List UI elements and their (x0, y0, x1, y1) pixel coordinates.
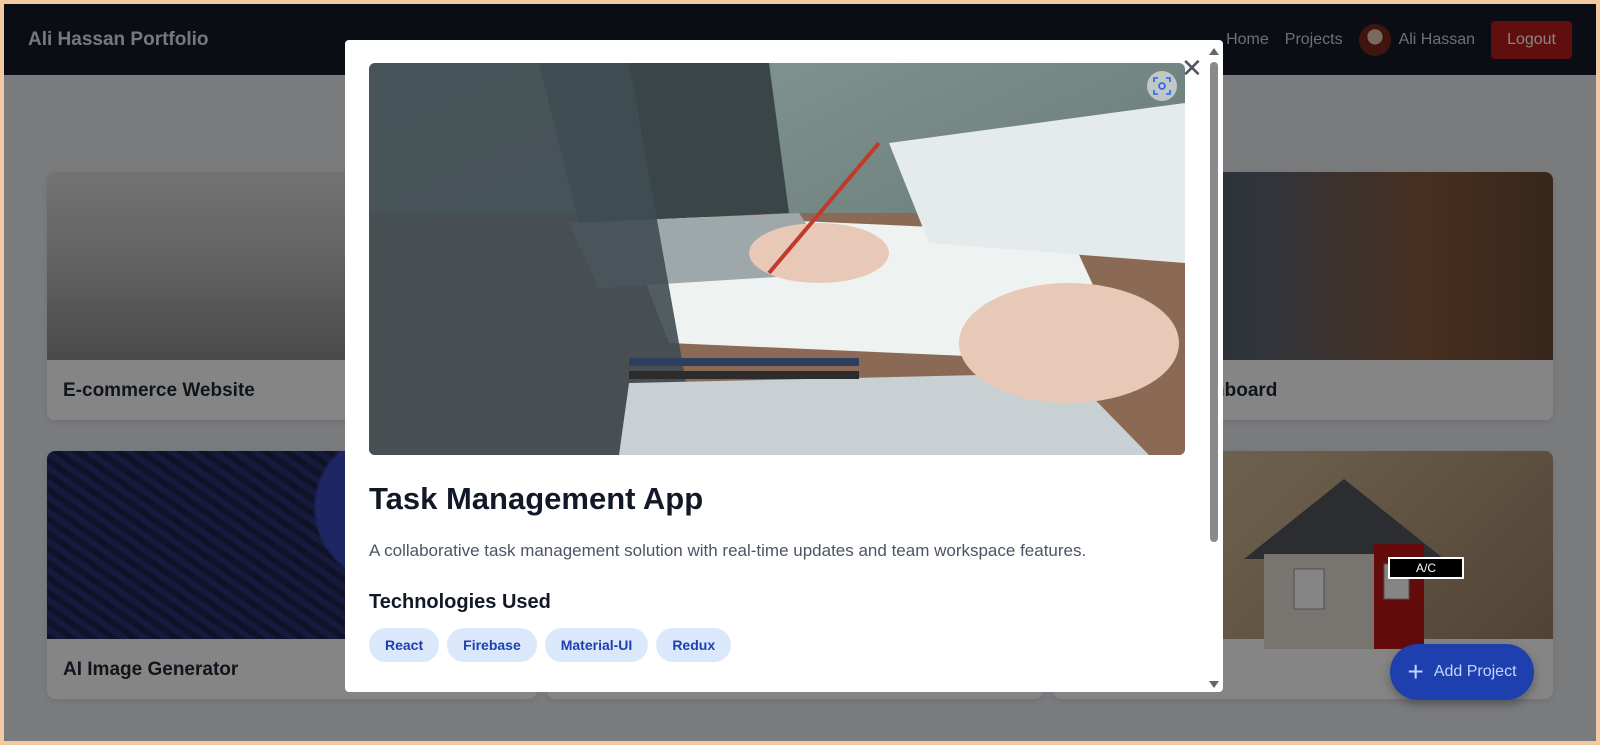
project-detail-modal: Task Management App A collaborative task… (345, 40, 1223, 692)
modal-title: Task Management App (369, 481, 704, 516)
hero-photo (369, 63, 1185, 455)
close-icon[interactable]: ✕ (1181, 55, 1203, 81)
scroll-down-icon[interactable] (1209, 681, 1219, 688)
add-project-label: Add Project (1433, 663, 1517, 680)
modal-scrollbar[interactable] (1207, 48, 1219, 688)
modal-description: A collaborative task management solution… (369, 541, 1087, 560)
tech-tag: Material-UI (544, 628, 649, 662)
modal-content: Task Management App A collaborative task… (369, 63, 1185, 662)
tech-tag: Redux (656, 628, 732, 662)
app-window: Ali Hassan Portfolio Home Projects Ali H… (4, 4, 1596, 741)
tech-tag: React (369, 628, 440, 662)
scroll-up-icon[interactable] (1209, 48, 1219, 55)
technologies-heading: Technologies Used (369, 591, 551, 613)
plus-icon: + (1407, 656, 1424, 687)
scrollbar-thumb[interactable] (1210, 62, 1218, 542)
add-project-button[interactable]: + Add Project (1390, 644, 1534, 700)
ac-badge: A/C (1388, 557, 1464, 579)
tech-tag: Firebase (447, 628, 537, 662)
technology-tags: React Firebase Material-UI Redux (369, 628, 1185, 662)
scan-icon[interactable] (1147, 71, 1177, 101)
project-hero-image (369, 63, 1185, 455)
